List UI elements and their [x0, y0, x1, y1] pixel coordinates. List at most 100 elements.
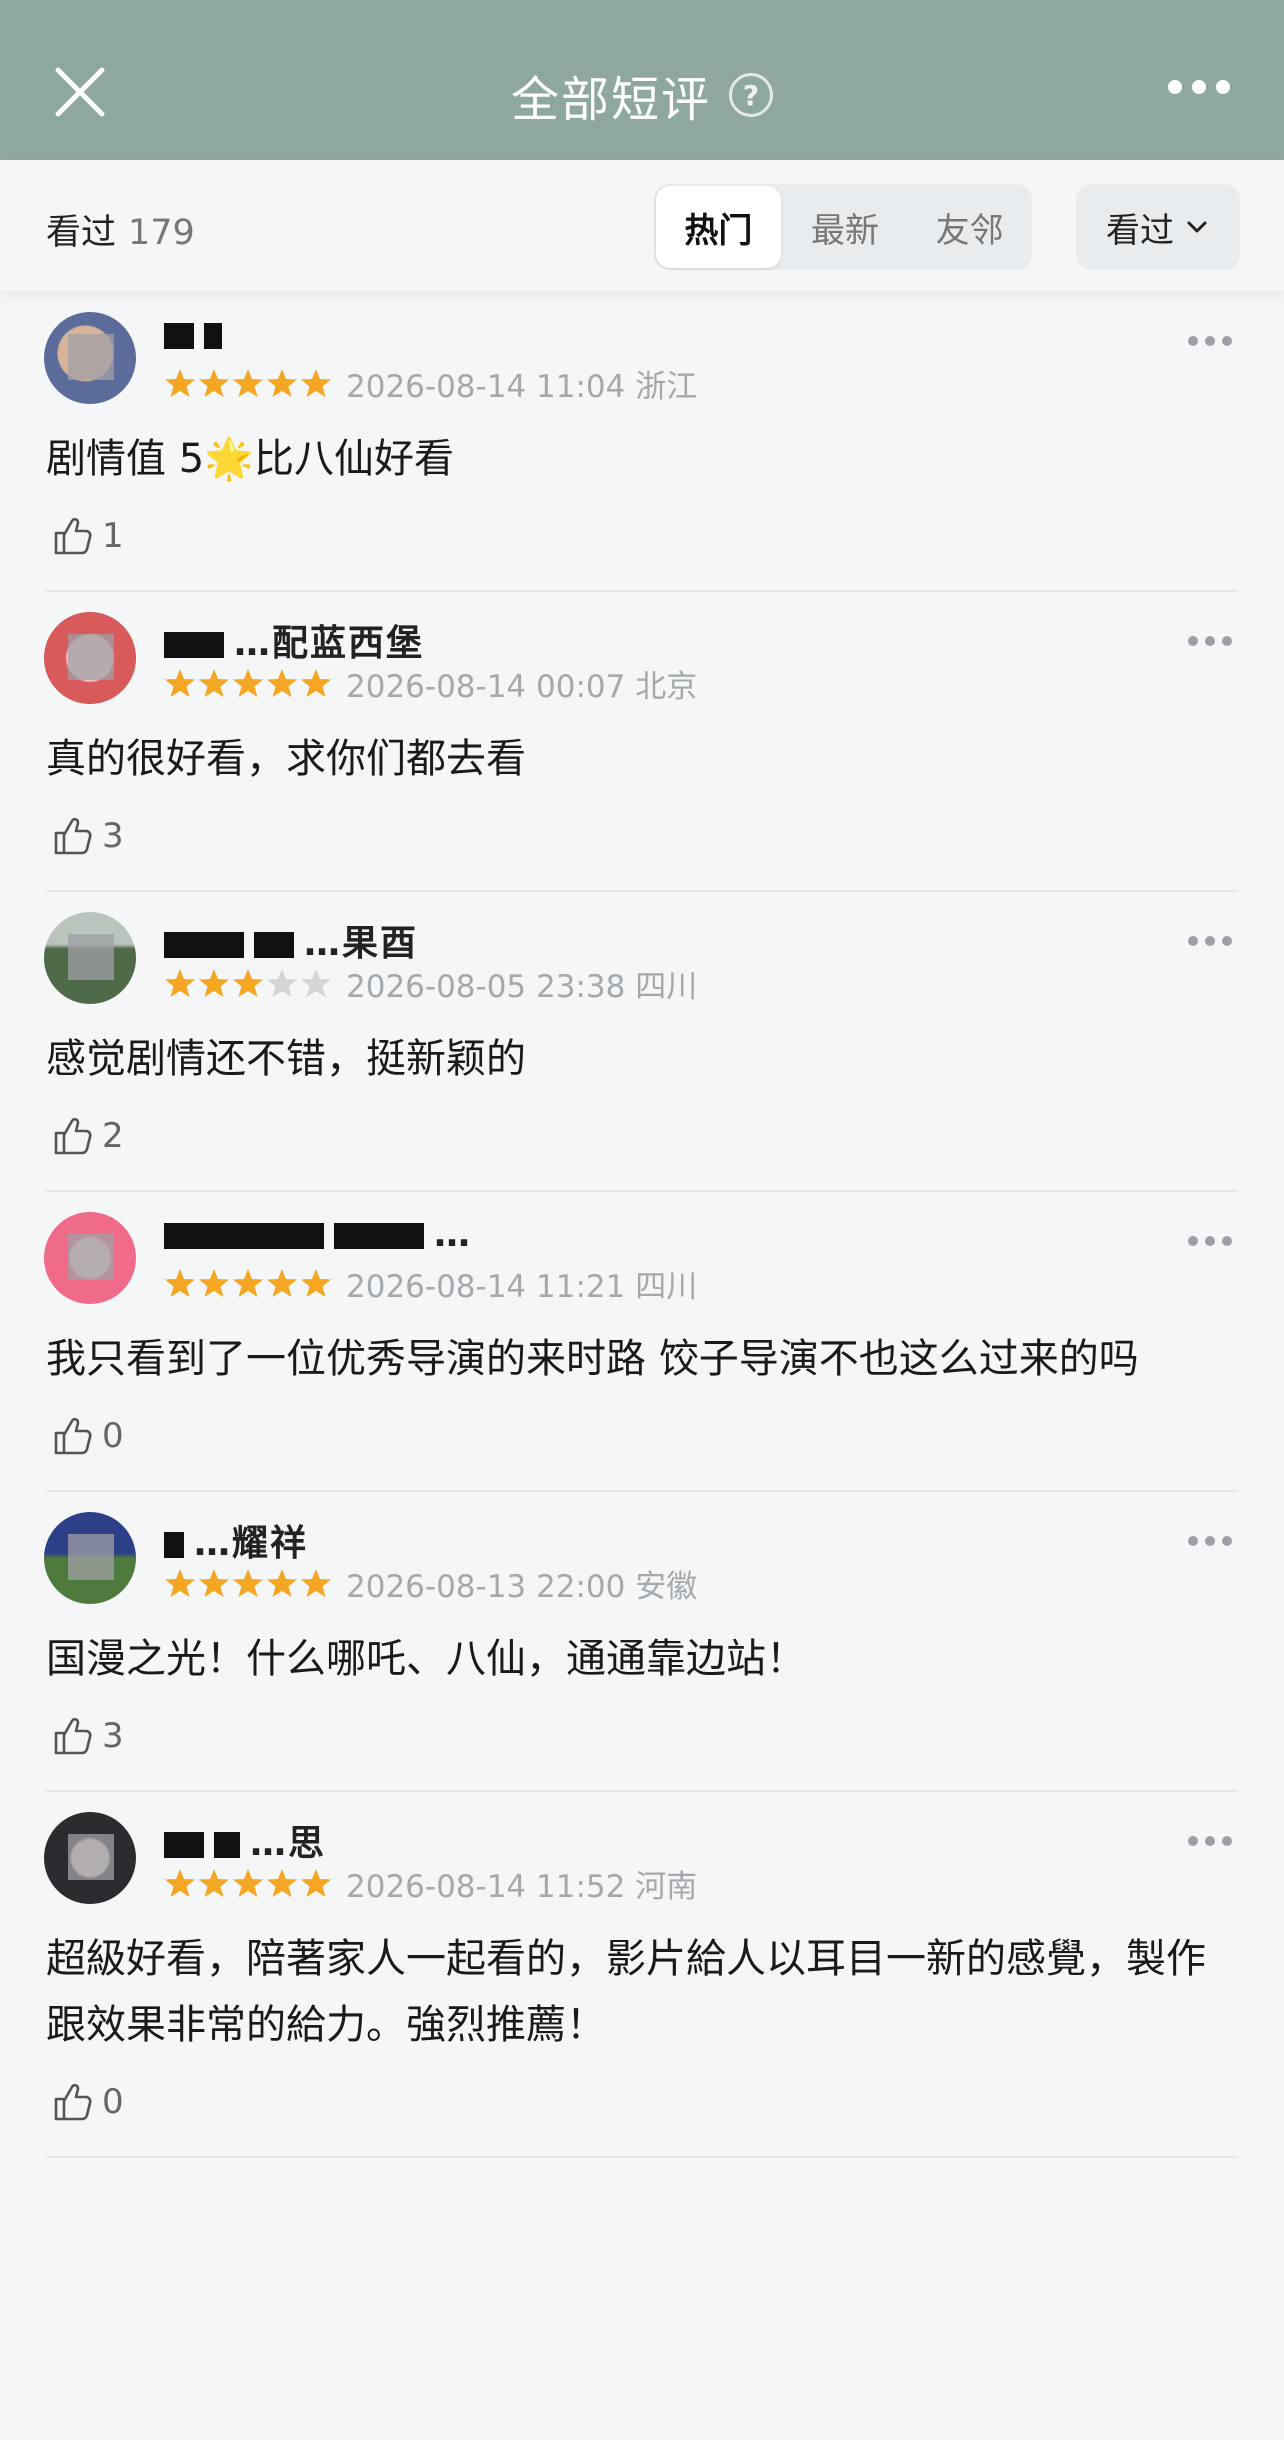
review-meta: 2026-08-14 11:04 浙江	[164, 362, 698, 405]
more-horizontal-icon[interactable]	[1188, 1536, 1232, 1546]
avatar[interactable]	[44, 912, 136, 1004]
star-filled-icon	[301, 1869, 331, 1897]
like-count: 3	[102, 816, 124, 856]
question-circle-icon[interactable]: ?	[729, 73, 773, 117]
like-button[interactable]: 1	[48, 506, 1284, 566]
star-filled-icon	[233, 1569, 263, 1597]
review-item: …耀祥 2026-08-13 22:00 安徽 国漫之光！什么哪吒、八仙，通通靠…	[0, 1492, 1284, 1792]
avatar[interactable]	[44, 1212, 136, 1304]
star-filled-icon	[267, 369, 297, 397]
thumbs-up-icon	[54, 1417, 92, 1455]
top-nav-bar: 全部短评 ?	[0, 0, 1284, 160]
thumbs-up-icon	[54, 817, 92, 855]
rating-stars	[164, 1867, 332, 1899]
review-item: …果酉 2026-08-05 23:38 四川 感觉剧情还不错，挺新颖的 2	[0, 892, 1284, 1192]
like-button[interactable]: 3	[48, 806, 1284, 866]
reviewer-name[interactable]: …果酉	[164, 914, 418, 964]
like-button[interactable]: 2	[48, 1106, 1284, 1166]
star-filled-icon	[199, 369, 229, 397]
like-button[interactable]: 0	[48, 1406, 1284, 1466]
reviewer-name[interactable]: …耀祥	[164, 1514, 308, 1564]
thumbs-up-icon	[54, 1717, 92, 1755]
more-horizontal-icon[interactable]	[1188, 636, 1232, 646]
tab-hot[interactable]: 热门	[656, 186, 781, 268]
star-filled-icon	[165, 969, 195, 997]
star-filled-icon	[199, 669, 229, 697]
more-horizontal-icon[interactable]	[1188, 936, 1232, 946]
review-time-location: 2026-08-13 22:00 安徽	[346, 1568, 698, 1605]
review-list: 2026-08-14 11:04 浙江 剧情值 5🌟比八仙好看 1 …配蓝西堡 …	[0, 292, 1284, 2158]
star-filled-icon	[301, 1269, 331, 1297]
like-count: 0	[102, 2082, 124, 2122]
like-button[interactable]: 3	[48, 1706, 1284, 1766]
tab-friends[interactable]: 友邻	[907, 184, 1032, 270]
more-horizontal-icon[interactable]	[1188, 336, 1232, 346]
star-filled-icon	[165, 1269, 195, 1297]
watched-count: 看过 179	[46, 204, 195, 255]
star-filled-icon	[267, 1269, 297, 1297]
page-title: 全部短评	[510, 72, 711, 128]
review-time-location: 2026-08-05 23:38 四川	[346, 968, 698, 1005]
sort-segmented-control: 热门 最新 友邻	[654, 184, 1032, 270]
more-horizontal-icon[interactable]	[1188, 1236, 1232, 1246]
review-item: …配蓝西堡 2026-08-14 00:07 北京 真的很好看，求你们都去看 3	[0, 592, 1284, 892]
review-time-location: 2026-08-14 11:04 浙江	[346, 368, 698, 405]
star-empty-icon	[267, 969, 297, 997]
like-count: 2	[102, 1116, 124, 1156]
tab-latest[interactable]: 最新	[783, 184, 908, 270]
reviewer-name[interactable]: …	[164, 1214, 472, 1258]
star-filled-icon	[233, 1869, 263, 1897]
star-filled-icon	[233, 1269, 263, 1297]
star-filled-icon	[165, 1569, 195, 1597]
star-filled-icon	[301, 1569, 331, 1597]
rating-stars	[164, 967, 332, 999]
watched-filter-label: 看过	[1106, 210, 1174, 251]
avatar[interactable]	[44, 1812, 136, 1904]
thumbs-up-icon	[54, 2083, 92, 2121]
star-filled-icon	[199, 1269, 229, 1297]
like-button[interactable]: 0	[48, 2072, 1284, 2132]
star-filled-icon	[199, 1869, 229, 1897]
watched-filter-dropdown[interactable]: 看过	[1076, 184, 1240, 270]
like-count: 1	[102, 516, 124, 556]
star-filled-icon	[301, 369, 331, 397]
avatar[interactable]	[44, 612, 136, 704]
title-group: 全部短评 ?	[0, 60, 1284, 130]
review-meta: 2026-08-14 00:07 北京	[164, 662, 698, 705]
star-filled-icon	[233, 369, 263, 397]
like-count: 3	[102, 1716, 124, 1756]
review-time-location: 2026-08-14 11:52 河南	[346, 1868, 698, 1905]
review-meta: 2026-08-14 11:52 河南	[164, 1862, 698, 1905]
filter-bar: 看过 179 热门 最新 友邻 看过	[0, 160, 1284, 292]
rating-stars	[164, 1267, 332, 1299]
star-empty-icon	[301, 969, 331, 997]
reviewer-name[interactable]	[164, 314, 232, 358]
watched-count-value: 179	[128, 213, 195, 253]
review-item: …思 2026-08-14 11:52 河南 超級好看，陪著家人一起看的，影片給…	[0, 1792, 1284, 2158]
rating-stars	[164, 367, 332, 399]
review-meta: 2026-08-14 11:21 四川	[164, 1262, 698, 1305]
watched-count-label: 看过	[46, 213, 117, 253]
review-time-location: 2026-08-14 11:21 四川	[346, 1268, 698, 1305]
more-horizontal-icon[interactable]	[1188, 1836, 1232, 1846]
avatar[interactable]	[44, 1512, 136, 1604]
star-filled-icon	[233, 669, 263, 697]
star-filled-icon	[301, 669, 331, 697]
like-count: 0	[102, 1416, 124, 1456]
star-filled-icon	[199, 969, 229, 997]
more-horizontal-icon[interactable]	[1168, 80, 1230, 94]
star-filled-icon	[165, 369, 195, 397]
thumbs-up-icon	[54, 517, 92, 555]
thumbs-up-icon	[54, 1117, 92, 1155]
review-item: … 2026-08-14 11:21 四川 我只看到了一位优秀导演的来时路 饺子…	[0, 1192, 1284, 1492]
review-meta: 2026-08-13 22:00 安徽	[164, 1562, 698, 1605]
star-filled-icon	[165, 669, 195, 697]
review-time-location: 2026-08-14 00:07 北京	[346, 668, 698, 705]
reviewer-name[interactable]: …思	[164, 1814, 326, 1864]
reviewer-name[interactable]: …配蓝西堡	[164, 614, 424, 664]
star-filled-icon	[199, 1569, 229, 1597]
avatar[interactable]	[44, 312, 136, 404]
chevron-down-icon	[1187, 221, 1207, 233]
star-filled-icon	[267, 1869, 297, 1897]
star-filled-icon	[267, 1569, 297, 1597]
